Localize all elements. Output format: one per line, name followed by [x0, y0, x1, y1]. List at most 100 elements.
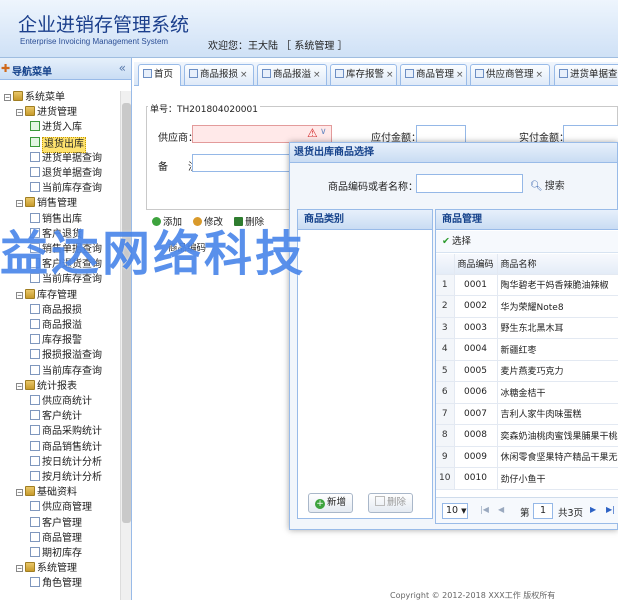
close-icon[interactable]: × — [386, 70, 394, 80]
collapse-toggle-icon[interactable]: − — [4, 94, 11, 101]
table-row[interactable]: 3 0003 野生东北黑木耳 — [436, 317, 618, 339]
tab-icon — [143, 69, 152, 78]
folder-icon — [13, 91, 23, 101]
tree-item[interactable]: 期初库存 — [30, 547, 82, 561]
tree-item[interactable]: 按月统计分析 — [30, 471, 102, 485]
page-icon — [30, 349, 40, 360]
tree-item[interactable]: 进货入库 — [30, 121, 82, 135]
page-number-input[interactable]: 1 — [533, 503, 553, 519]
tree-item[interactable]: 当前库存查询 — [30, 364, 102, 379]
row-number-cell: 5 — [436, 360, 455, 382]
tab[interactable]: 库存报警 × — [330, 64, 397, 85]
table-row[interactable]: 1 0001 陶华碧老干妈香辣脆油辣椒 — [436, 274, 618, 296]
last-page-icon[interactable]: ▶| — [606, 505, 615, 514]
page-icon — [30, 410, 40, 421]
select-button[interactable]: ✔ 选择 — [436, 231, 618, 253]
remark-input[interactable] — [192, 154, 292, 172]
close-icon[interactable]: × — [536, 70, 544, 80]
tree-item[interactable]: 供应商统计 — [30, 395, 92, 409]
close-icon[interactable]: × — [313, 70, 321, 80]
tree-item[interactable]: 报损报溢查询 — [30, 349, 102, 363]
table-row[interactable]: 7 0007 吉利人家牛肉味蛋糕 — [436, 403, 618, 425]
tree-item[interactable]: − 基础资料 — [16, 486, 77, 500]
tree-item[interactable]: 当前库存查询 — [30, 182, 102, 196]
collapse-toggle-icon[interactable]: − — [16, 109, 23, 117]
table-row[interactable]: 6 0006 冰糖金桔干 — [436, 381, 618, 404]
table-row[interactable]: 90009休闲零食坚果特产精品干果无漂白 — [436, 446, 618, 468]
tree-item[interactable]: 供应商管理 — [30, 501, 92, 515]
paid-input[interactable] — [563, 125, 618, 143]
table-row[interactable]: 80008奕森奶油桃肉蜜饯果脯果干桃肉干 — [436, 424, 618, 447]
close-icon[interactable]: × — [456, 70, 464, 80]
add-category-button[interactable]: + 新增 — [308, 493, 354, 513]
page-icon — [30, 455, 40, 466]
page-icon — [30, 395, 40, 405]
row-number-cell: 6 — [436, 381, 455, 404]
collapse-toggle-icon[interactable]: − — [16, 489, 23, 497]
tree-item[interactable]: − 库存管理 — [16, 288, 77, 303]
tree-item-label: 商品报溢 — [42, 320, 82, 331]
tree-item[interactable]: 角色管理 — [30, 577, 82, 591]
tab[interactable]: 商品管理 × — [400, 64, 467, 85]
tab[interactable]: 商品报损 × — [184, 64, 254, 85]
tree-item[interactable]: − 销售管理 — [16, 197, 77, 211]
welcome-text: 欢迎您：王大陆 ［ 系统管理 ］ — [208, 41, 348, 52]
page-icon — [30, 334, 40, 345]
tree-item[interactable]: − 系统管理 — [16, 562, 77, 576]
folder-icon — [25, 197, 35, 208]
tree-item[interactable]: − 系统菜单 — [4, 91, 65, 105]
column-header-name[interactable]: 商品名称 — [497, 254, 618, 275]
tab[interactable]: 商品报溢 × — [257, 64, 327, 85]
row-number-cell: 2 — [436, 295, 455, 318]
tab[interactable]: 供应商管理 × — [470, 64, 550, 85]
tree-item[interactable]: 库存报警 — [30, 334, 82, 348]
tree-item[interactable]: 客户统计 — [30, 410, 82, 424]
tree-item[interactable]: 客户管理 — [30, 516, 82, 531]
page-icon — [30, 425, 40, 436]
total-pages: 共3页 — [558, 508, 584, 519]
prev-page-icon[interactable]: ◀ — [498, 505, 504, 514]
tree-item-label: 客户管理 — [42, 517, 82, 529]
folder-icon — [25, 379, 35, 390]
tree-item[interactable]: 按日统计分析 — [30, 455, 102, 470]
collapse-toggle-icon[interactable]: − — [16, 200, 23, 208]
tab[interactable]: 进货单据查询 — [554, 64, 618, 85]
table-row[interactable]: 5 0005 麦片燕麦巧克力 — [436, 360, 618, 382]
nav-tree: − 系统菜单 − 进货管理 进货入库 退货出库 进货单据查询 退货单据查询 当前库存查询 − 销售管… — [0, 91, 120, 600]
collapse-icon[interactable]: « — [119, 61, 126, 75]
table-row[interactable]: 2 0002 华为荣耀Note8 — [436, 295, 618, 318]
table-row[interactable]: 10 0010 劲仔小鱼干 — [436, 467, 618, 490]
page-icon — [30, 136, 40, 147]
search-input[interactable] — [416, 174, 523, 193]
delete-category-button[interactable]: 删除 — [368, 493, 414, 513]
tree-item[interactable]: − 统计报表 — [16, 379, 77, 394]
tree-item[interactable]: 退货单据查询 — [30, 167, 102, 181]
page-size-select[interactable]: 10 ▼ — [442, 503, 468, 519]
first-page-icon[interactable]: |◀ — [480, 505, 489, 514]
category-panel: 商品类别 + 新增 删除 — [297, 209, 433, 519]
tree-item[interactable]: 商品管理 — [30, 531, 82, 546]
tree-item[interactable]: − 进货管理 — [16, 106, 77, 120]
tree-item-label: 商品报损 — [42, 304, 82, 316]
column-header-code[interactable]: 商品编码 — [454, 254, 498, 275]
tree-item[interactable]: 商品报损 — [30, 303, 82, 318]
chevron-down-icon[interactable]: ∨ — [320, 127, 327, 137]
tree-item[interactable]: 商品销售统计 — [30, 440, 102, 455]
tree-item[interactable]: 退货出库 — [30, 136, 86, 153]
next-page-icon[interactable]: ▶ — [590, 505, 596, 514]
collapse-toggle-icon[interactable]: − — [16, 291, 23, 299]
collapse-toggle-icon[interactable]: − — [16, 382, 23, 390]
tab-label: 供应商管理 — [486, 69, 534, 80]
scrollbar-thumb[interactable] — [122, 103, 131, 523]
payable-input[interactable] — [416, 125, 466, 143]
tree-item[interactable]: 商品报溢 — [30, 319, 82, 333]
search-button[interactable]: 🔍︎ 搜索 — [530, 177, 565, 192]
sidebar-scrollbar[interactable] — [120, 91, 131, 600]
table-row[interactable]: 4 0004 新疆红枣 — [436, 338, 618, 361]
collapse-toggle-icon[interactable]: − — [16, 565, 23, 573]
row-number-cell: 1 — [436, 274, 455, 296]
tree-item[interactable]: 进货单据查询 — [30, 151, 102, 166]
close-icon[interactable]: × — [240, 70, 248, 80]
tab[interactable]: 首页 — [138, 64, 181, 86]
tree-item[interactable]: 商品采购统计 — [30, 425, 102, 439]
